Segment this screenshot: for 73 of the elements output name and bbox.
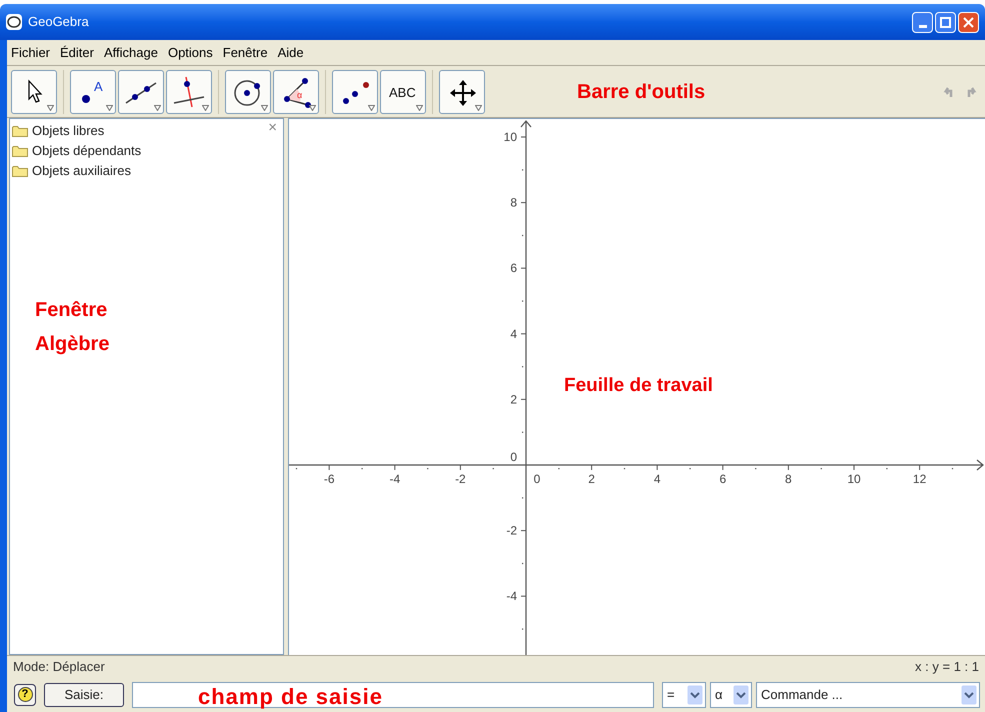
annotation-label: Algèbre xyxy=(35,332,110,357)
menu-item[interactable]: Fichier xyxy=(11,42,50,62)
close-button[interactable] xyxy=(958,12,979,32)
axis-label: 0 xyxy=(510,450,517,464)
dropdown-arrow-icon xyxy=(154,104,161,110)
axis-label: 8 xyxy=(785,472,792,486)
axis-label: -6 xyxy=(324,472,335,486)
axis-label: 12 xyxy=(912,472,926,486)
close-icon xyxy=(963,16,974,28)
window-title: GeoGebra xyxy=(28,13,89,32)
scale-ratio: x : y = 1 : 1 xyxy=(915,658,979,676)
axis-label: 10 xyxy=(504,130,517,144)
tool-button[interactable] xyxy=(439,70,485,114)
menu-item[interactable]: Affichage xyxy=(104,42,158,62)
tree-item[interactable]: Objets auxiliaires xyxy=(32,161,131,181)
axis-label: 10 xyxy=(847,472,861,486)
dropdown-arrow-icon xyxy=(309,104,316,110)
dropdown-arrow-icon xyxy=(368,104,375,110)
minimize-button[interactable] xyxy=(912,12,933,32)
tree-item[interactable]: Objets libres xyxy=(32,121,104,141)
axis-label: 6 xyxy=(719,472,726,486)
input-field[interactable] xyxy=(132,682,654,708)
dropdown-arrow-icon xyxy=(106,104,113,110)
annotation-label: Barre d'outils xyxy=(577,80,706,104)
tool-button[interactable] xyxy=(166,70,212,114)
dropdown-arrow-icon xyxy=(416,104,423,110)
axis-label: 4 xyxy=(654,472,661,486)
dropdown[interactable]: = xyxy=(662,682,706,708)
folder-icon xyxy=(12,165,28,177)
axis-label: -4 xyxy=(389,472,400,486)
annotation-label: Feuille de travail xyxy=(564,374,713,398)
annotation-label: champ de saisie xyxy=(198,682,383,711)
dropdown-arrow-icon xyxy=(202,104,209,110)
dropdown[interactable]: α xyxy=(710,682,752,708)
text-label: ABC xyxy=(389,84,416,100)
app-icon xyxy=(6,14,22,30)
axis-label: -2 xyxy=(455,472,466,486)
axis-label: -4 xyxy=(506,589,517,604)
point-label: A xyxy=(94,78,103,94)
help-icon: ? xyxy=(18,687,32,702)
axis-label: -2 xyxy=(506,524,517,538)
axis-label: 2 xyxy=(510,392,517,406)
help-button[interactable]: ? xyxy=(14,684,36,706)
axis-label: 6 xyxy=(510,261,517,276)
menu-item[interactable]: Options xyxy=(168,42,213,62)
tool-button[interactable]: A xyxy=(70,70,116,114)
tree-item[interactable]: Objets dépendants xyxy=(32,141,142,161)
tool-button[interactable] xyxy=(225,70,271,114)
axis-label: 2 xyxy=(588,472,595,486)
tool-button[interactable] xyxy=(118,70,164,114)
menu-item[interactable]: Fenêtre xyxy=(222,42,268,62)
axis-label: 8 xyxy=(510,196,517,210)
input-button[interactable]: Saisie: xyxy=(44,682,124,706)
dropdown-arrow-icon xyxy=(475,104,482,110)
tool-button[interactable]: ABC xyxy=(380,70,426,114)
menu-item[interactable]: Éditer xyxy=(60,42,94,62)
maximize-icon xyxy=(940,16,951,28)
annotation-label: Fenêtre xyxy=(35,298,108,323)
folder-icon xyxy=(12,145,28,157)
close-button[interactable]: × xyxy=(268,117,277,140)
maximize-button[interactable] xyxy=(935,12,956,32)
dropdown[interactable]: Commande ... xyxy=(756,682,980,708)
folder-icon xyxy=(12,125,28,137)
dropdown-arrow-icon xyxy=(47,104,54,110)
axis-label: 4 xyxy=(510,326,517,341)
dropdown-arrow-icon xyxy=(261,104,268,110)
tool-button[interactable] xyxy=(332,70,378,114)
status-text: Mode: Déplacer xyxy=(13,658,105,676)
axis-label: 0 xyxy=(534,472,540,486)
angle-label: α xyxy=(297,90,302,100)
menu-item[interactable]: Aide xyxy=(278,42,304,62)
tool-button[interactable] xyxy=(11,70,57,114)
minimize-icon xyxy=(918,24,926,28)
